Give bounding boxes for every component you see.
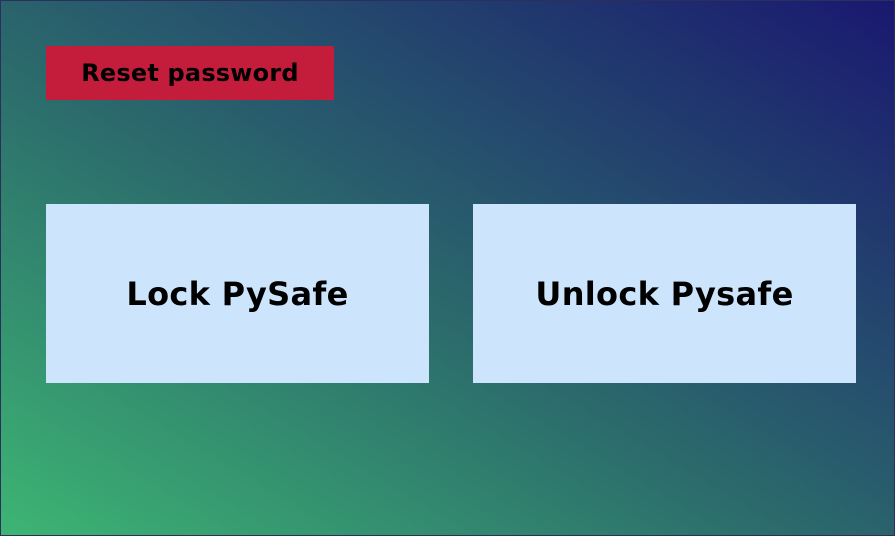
- reset-password-button[interactable]: Reset password: [46, 46, 334, 100]
- app-window: Reset password Lock PySafe Unlock Pysafe: [0, 0, 895, 536]
- unlock-pysafe-button[interactable]: Unlock Pysafe: [473, 204, 856, 383]
- lock-pysafe-button[interactable]: Lock PySafe: [46, 204, 429, 383]
